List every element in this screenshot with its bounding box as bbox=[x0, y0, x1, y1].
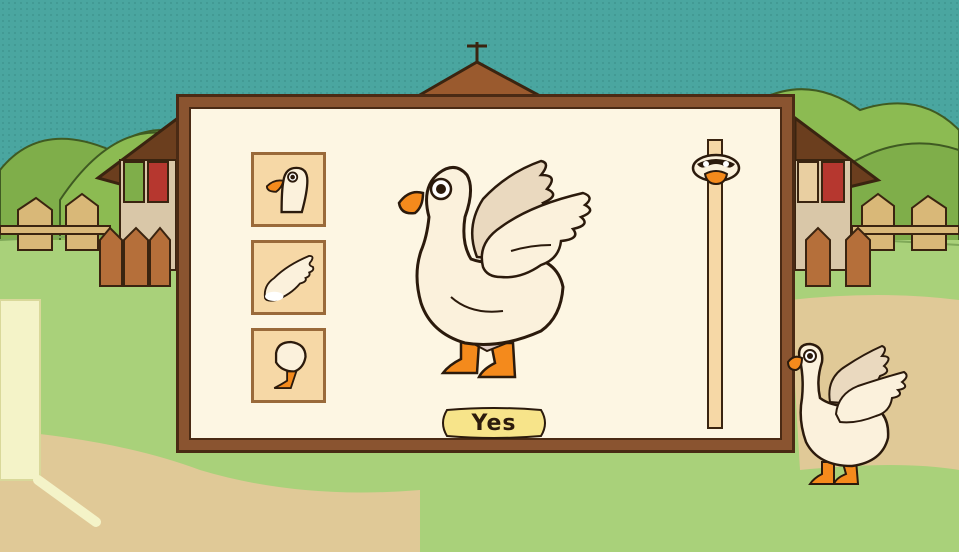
gate-left bbox=[99, 226, 171, 287]
customize-goose-dialog: Yes bbox=[176, 94, 795, 453]
goose-preview bbox=[397, 159, 592, 379]
size-slider-handle[interactable] bbox=[691, 152, 741, 190]
goose-wing-icon bbox=[263, 254, 315, 302]
dialog-board: Yes bbox=[189, 107, 782, 440]
body-part-button[interactable] bbox=[251, 328, 326, 403]
size-slider[interactable] bbox=[691, 139, 741, 439]
goose-body-icon bbox=[273, 340, 307, 389]
goose-head-icon bbox=[265, 166, 309, 214]
yes-label: Yes bbox=[471, 410, 517, 436]
head-part-button[interactable] bbox=[251, 152, 326, 227]
yes-button[interactable]: Yes bbox=[441, 406, 547, 440]
standing-goose bbox=[786, 342, 908, 485]
goose-face-icon bbox=[691, 153, 741, 186]
wing-part-button[interactable] bbox=[251, 240, 326, 315]
